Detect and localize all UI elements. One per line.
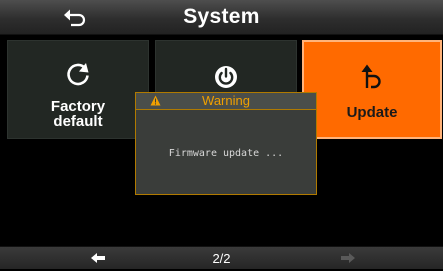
update-label: Update — [346, 104, 398, 121]
back-arrow-icon — [64, 9, 86, 27]
factory-default-label: Factory default — [8, 99, 148, 129]
update-tile[interactable]: Update — [302, 40, 442, 139]
arrow-right-icon[interactable] — [340, 252, 356, 264]
dialog-header: Warning — [136, 93, 316, 110]
dialog-title: Warning — [202, 93, 250, 108]
factory-default-tile[interactable]: Factory default — [7, 40, 149, 139]
footer-bar: 2/2 — [0, 246, 443, 269]
page-indicator: 2/2 — [212, 251, 231, 266]
dialog-message: Firmware update ... — [168, 148, 284, 159]
warning-dialog: Warning Firmware update ... — [135, 92, 317, 195]
power-icon — [215, 66, 237, 88]
header-bar: System — [0, 0, 443, 35]
refresh-icon — [67, 63, 89, 86]
back-button[interactable] — [60, 4, 90, 30]
factory-label-line2: default — [53, 113, 103, 130]
update-arrow-icon — [361, 64, 381, 89]
arrow-left-icon[interactable] — [90, 252, 106, 264]
factory-label-line1: Factory — [50, 98, 106, 115]
system-screen: System Factory default Update Warning Fi… — [0, 0, 443, 269]
